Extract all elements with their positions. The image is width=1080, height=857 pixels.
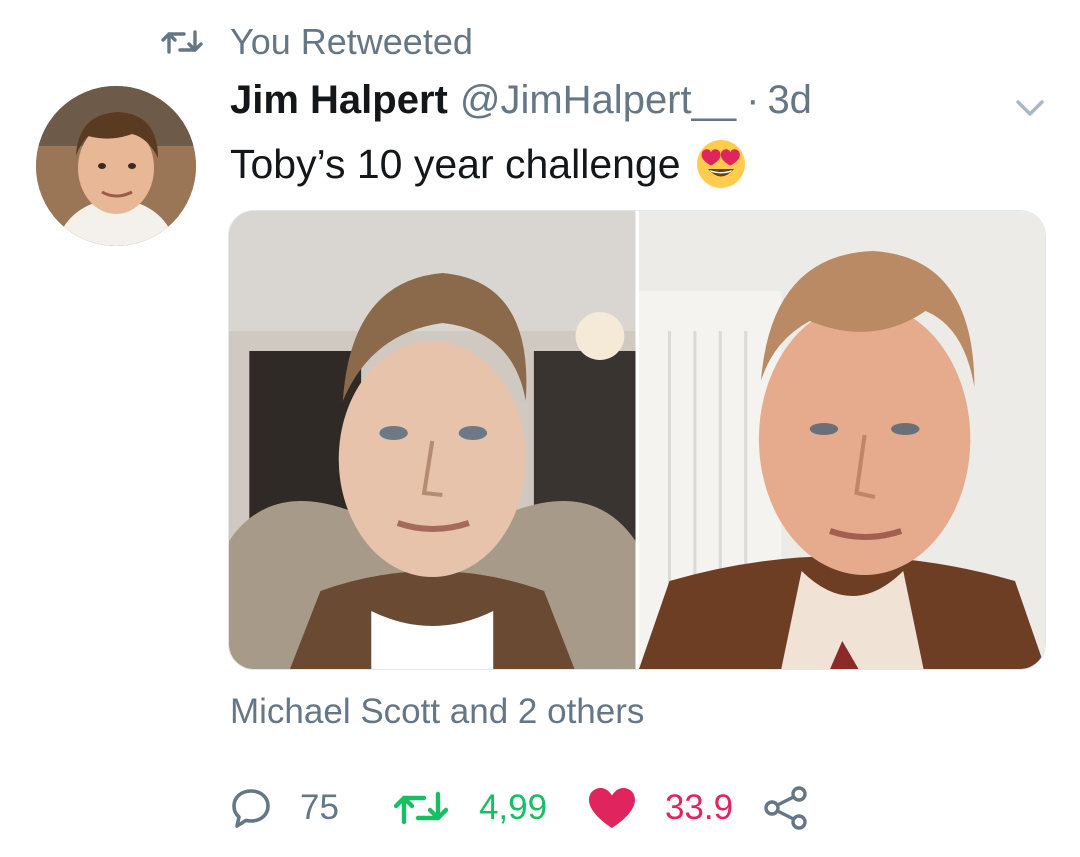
smiling-face-with-heart-eyes-emoji [696,140,745,188]
retweet-context: You Retweeted [160,18,473,66]
retweet-button[interactable]: 4,99 [393,788,555,828]
tweet-text-body: Toby’s 10 year challenge [230,140,681,187]
retweet-context-label: You Retweeted [230,21,473,62]
share-icon [764,786,807,830]
share-button[interactable] [763,785,809,831]
photo-right[interactable] [635,211,1045,669]
tweet-media[interactable] [228,210,1046,670]
heart-icon [588,788,635,828]
tweet-text: Toby’s 10 year challenge [230,138,747,190]
tweet-timestamp[interactable]: 3d [767,78,812,123]
like-button[interactable]: 33.9 [587,786,735,830]
author-avatar[interactable] [36,86,196,246]
retweet-count: 4,99 [478,788,548,827]
tweet-header: Jim Halpert @JimHalpert__ · 3d [230,78,812,128]
retweet-icon [161,30,203,54]
reply-count: 75 [300,788,339,827]
tweet-actions: 75 4,99 33.9 [230,776,809,840]
author-handle[interactable]: @JimHalpert__ [460,78,736,123]
photo-left[interactable] [229,211,636,669]
header-separator: · [746,78,760,122]
social-context[interactable]: Michael Scott and 2 others [230,692,644,732]
reply-icon [232,789,270,828]
chevron-down-icon[interactable] [1010,92,1050,122]
author-name[interactable]: Jim Halpert [230,78,448,123]
retweet-icon [393,791,449,825]
reply-button[interactable]: 75 [230,787,339,829]
like-count: 33.9 [664,788,734,827]
